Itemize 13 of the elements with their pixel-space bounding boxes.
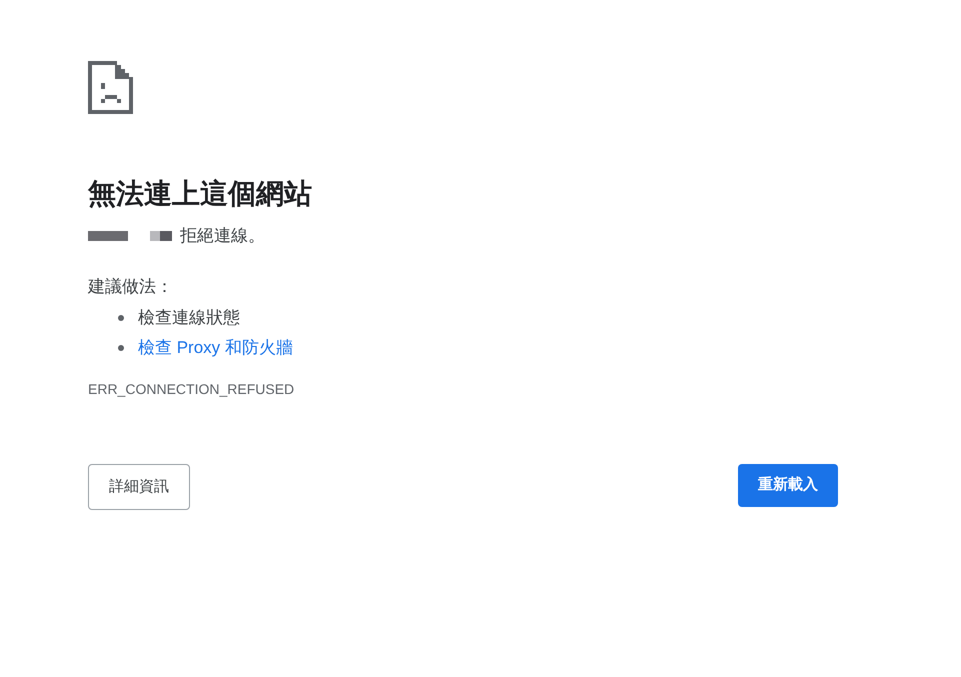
redaction-mark bbox=[88, 231, 128, 241]
bullet-icon bbox=[118, 315, 124, 321]
redaction-mark bbox=[150, 231, 172, 241]
suggestion-text: 檢查連線狀態 bbox=[138, 307, 240, 330]
error-heading: 無法連上這個網站 bbox=[88, 177, 313, 211]
error-code: ERR_CONNECTION_REFUSED bbox=[88, 380, 296, 399]
bullet-icon bbox=[118, 345, 124, 351]
error-message: 拒絕連線。 bbox=[180, 225, 265, 248]
suggestion-link[interactable]: 檢查 Proxy 和防火牆 bbox=[138, 335, 293, 361]
sad-page-icon bbox=[88, 61, 133, 114]
reload-button[interactable]: 重新載入 bbox=[738, 464, 838, 507]
suggestions-title: 建議做法： bbox=[88, 276, 174, 298]
details-button[interactable]: 詳細資訊 bbox=[88, 464, 190, 510]
